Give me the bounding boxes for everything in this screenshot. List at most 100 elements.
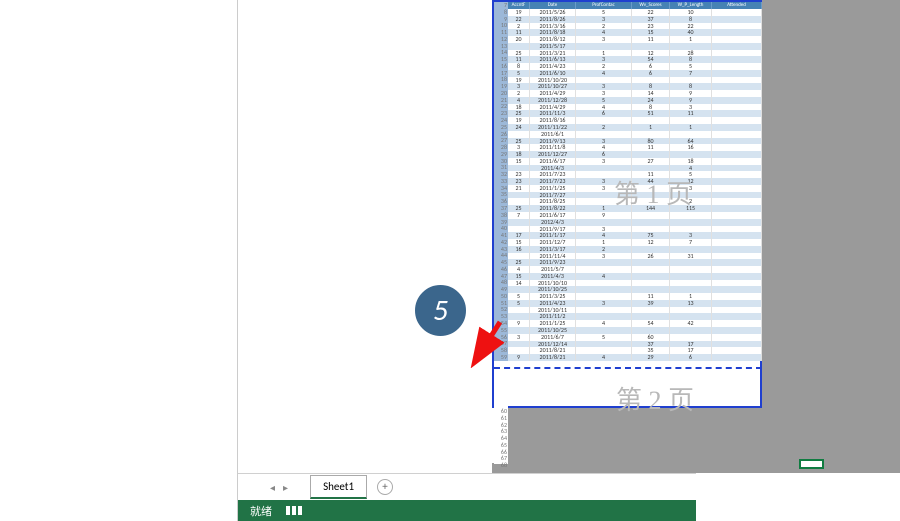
cell[interactable] — [576, 259, 632, 266]
cell[interactable] — [576, 341, 632, 348]
cell[interactable] — [712, 124, 762, 131]
cell[interactable] — [712, 300, 762, 307]
cell[interactable] — [576, 286, 632, 293]
cell[interactable]: 44 — [632, 178, 670, 185]
cell[interactable] — [632, 219, 670, 226]
cell[interactable]: 39 — [632, 300, 670, 307]
cell[interactable] — [712, 253, 762, 260]
cell[interactable]: 11 — [670, 110, 712, 117]
cell[interactable]: 2011/8/21 — [530, 354, 576, 361]
cell[interactable] — [712, 185, 762, 192]
cell[interactable]: 5 — [576, 334, 632, 341]
cell[interactable] — [712, 307, 762, 314]
cell[interactable] — [576, 192, 632, 199]
empty-row-headers[interactable]: 606162636465666768 — [492, 408, 508, 463]
cell[interactable] — [712, 327, 762, 334]
cell[interactable]: 4 — [576, 273, 632, 280]
cell[interactable] — [670, 266, 712, 273]
cell[interactable] — [712, 70, 762, 77]
cell[interactable]: 3 — [576, 158, 632, 165]
cell[interactable]: 3 — [576, 300, 632, 307]
cell[interactable] — [712, 198, 762, 205]
cell[interactable] — [712, 354, 762, 361]
cell[interactable] — [712, 205, 762, 212]
cell[interactable]: 20 — [508, 36, 530, 43]
cell[interactable]: 7 — [508, 212, 530, 219]
cell[interactable]: 42 — [670, 320, 712, 327]
cell[interactable] — [712, 36, 762, 43]
cell[interactable] — [632, 266, 670, 273]
cell[interactable] — [712, 117, 762, 124]
cell[interactable] — [632, 307, 670, 314]
cell[interactable] — [712, 56, 762, 63]
cell[interactable] — [712, 293, 762, 300]
selection-cursor[interactable] — [799, 459, 824, 469]
cell[interactable] — [712, 226, 762, 233]
cell[interactable] — [670, 307, 712, 314]
cell[interactable] — [670, 212, 712, 219]
cell[interactable] — [712, 77, 762, 84]
data-grid[interactable]: AccntFDateProfContacWv_ScoresW_P_LengthA… — [508, 2, 762, 408]
cell[interactable] — [712, 131, 762, 138]
cell[interactable] — [712, 23, 762, 30]
cell[interactable] — [712, 50, 762, 57]
cell[interactable]: 16 — [508, 246, 530, 253]
cell[interactable] — [712, 341, 762, 348]
add-sheet-button[interactable]: + — [377, 479, 393, 495]
cell[interactable]: 24 — [508, 124, 530, 131]
cell[interactable] — [712, 286, 762, 293]
cell[interactable] — [712, 158, 762, 165]
spreadsheet-page[interactable]: 7891011121314151617181920212223242526272… — [492, 0, 762, 408]
cell[interactable] — [712, 334, 762, 341]
cell[interactable] — [712, 178, 762, 185]
cell[interactable]: 9 — [576, 212, 632, 219]
row-header[interactable]: 68 — [492, 462, 508, 469]
cell[interactable]: 11 — [632, 144, 670, 151]
cell[interactable]: 3 — [576, 253, 632, 260]
cell[interactable]: 26 — [632, 253, 670, 260]
cell[interactable]: 9 — [508, 354, 530, 361]
cell[interactable]: 21 — [508, 185, 530, 192]
cell[interactable]: 1 — [670, 36, 712, 43]
cell[interactable] — [712, 320, 762, 327]
page-break-line[interactable] — [494, 367, 762, 369]
cell[interactable] — [712, 259, 762, 266]
sheet-tab-1[interactable]: Sheet1 — [310, 475, 367, 499]
cell[interactable]: 3 — [576, 185, 632, 192]
cell[interactable]: 7 — [670, 239, 712, 246]
cell[interactable]: 51 — [632, 110, 670, 117]
cell[interactable] — [712, 83, 762, 90]
cell[interactable] — [632, 185, 670, 192]
cell[interactable]: 54 — [632, 320, 670, 327]
cell[interactable] — [632, 259, 670, 266]
cell[interactable] — [712, 266, 762, 273]
cell[interactable] — [712, 219, 762, 226]
cell[interactable] — [712, 97, 762, 104]
cell[interactable] — [712, 212, 762, 219]
cell[interactable] — [712, 232, 762, 239]
cell[interactable]: 16 — [670, 144, 712, 151]
cell[interactable]: 3 — [508, 334, 530, 341]
cell[interactable]: 13 — [670, 300, 712, 307]
data-rows[interactable]: 192011/5/2652210222011/8/26337822011/3/1… — [508, 9, 762, 408]
cell[interactable]: 2 — [576, 124, 632, 131]
table-row[interactable]: 92011/8/214296 — [508, 354, 762, 361]
cell[interactable] — [712, 138, 762, 145]
cell[interactable] — [712, 273, 762, 280]
col-header[interactable]: Attended — [712, 2, 762, 9]
cell[interactable] — [712, 63, 762, 70]
cell[interactable] — [670, 327, 712, 334]
cell[interactable]: 115 — [670, 205, 712, 212]
cell[interactable]: 4 — [576, 354, 632, 361]
cell[interactable] — [632, 273, 670, 280]
cell[interactable] — [712, 90, 762, 97]
cell[interactable] — [632, 192, 670, 199]
cell[interactable]: 4 — [576, 320, 632, 327]
cell[interactable]: 1 — [670, 124, 712, 131]
cell[interactable] — [508, 341, 530, 348]
cell[interactable]: 6 — [670, 354, 712, 361]
cell[interactable] — [508, 192, 530, 199]
cell[interactable] — [508, 307, 530, 314]
cell[interactable]: 29 — [632, 354, 670, 361]
cell[interactable]: 4 — [576, 70, 632, 77]
